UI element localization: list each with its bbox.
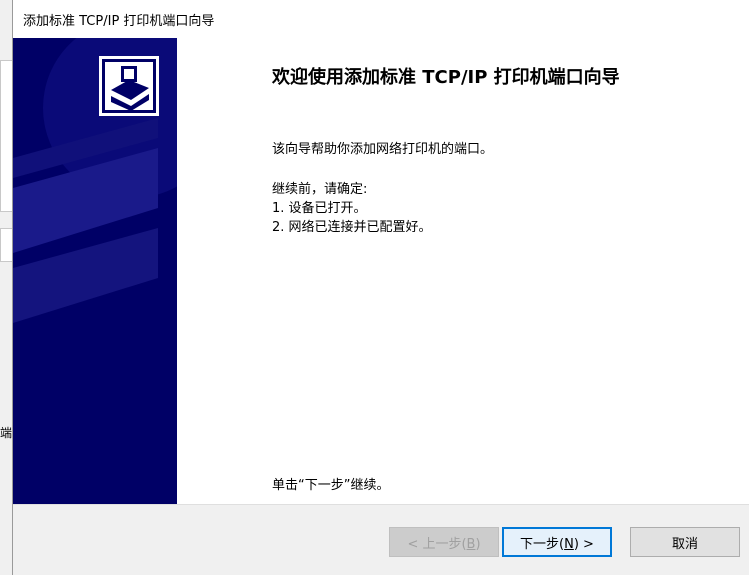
cancel-button[interactable]: 取消 [630,527,740,557]
list-item: 2. 网络已连接并已配置好。 [272,220,432,235]
title-bar[interactable]: 添加标准 TCP/IP 打印机端口向导 [13,0,749,38]
printer-icon [99,56,159,116]
footer-instruction: 单击“下一步”继续。 [272,478,390,493]
button-bar: < 上一步(B) 下一步(N) > 取消 [13,504,749,575]
before-label: 继续前，请确定: [272,182,368,197]
intro-text: 该向导帮助你添加网络打印机的端口。 [272,142,494,157]
window-title: 添加标准 TCP/IP 打印机端口向导 [23,14,215,29]
side-banner [13,38,177,504]
page-title: 欢迎使用添加标准 TCP/IP 打印机端口向导 [272,67,620,88]
next-button[interactable]: 下一步(N) > [502,527,612,557]
wizard-dialog: 添加标准 TCP/IP 打印机端口向导 欢迎使用添加标准 TCP/IP 打印机端… [12,0,749,575]
list-item: 1. 设备已打开。 [272,201,367,216]
back-button[interactable]: < 上一步(B) [389,527,499,557]
